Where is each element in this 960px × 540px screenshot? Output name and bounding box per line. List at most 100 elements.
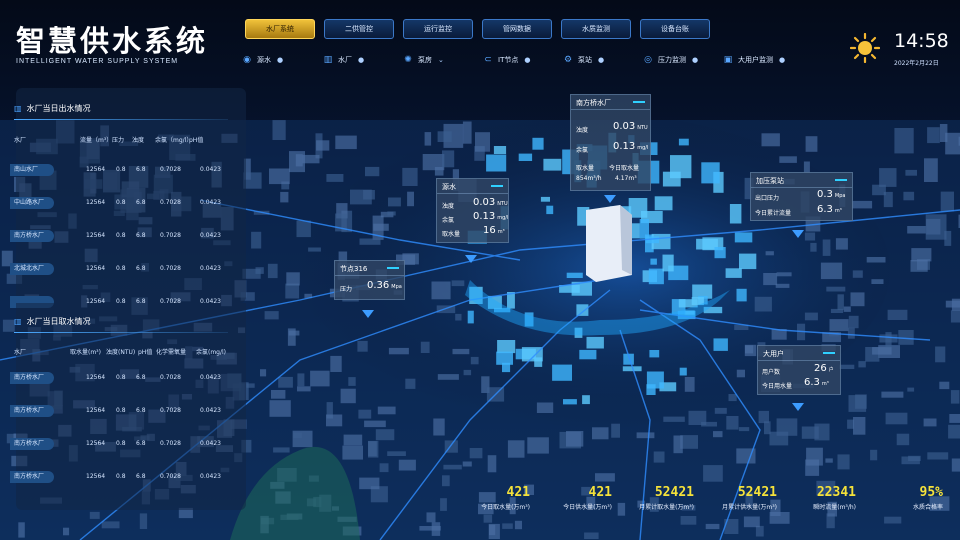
water-source-popup[interactable]: 源水 浊度 0.03 NTU 余氯 0.13 mg/l 取水量 16 m³ bbox=[436, 178, 509, 243]
tab-operation[interactable]: 运行监控 bbox=[403, 19, 473, 39]
building-block bbox=[293, 432, 302, 438]
status-bar bbox=[823, 352, 835, 354]
plant-info-popup[interactable]: 南方桥水厂 浊度 0.03 NTU 余氯 0.13 mg/l 取水量 今日取水量 8… bbox=[570, 94, 651, 191]
row-plant-name: 南方桥水厂 bbox=[10, 471, 54, 483]
building-block bbox=[563, 399, 577, 405]
tab-pipe-network[interactable]: 管网数据 bbox=[482, 19, 552, 39]
table-cell: 12564 bbox=[86, 374, 106, 381]
sun-icon bbox=[850, 33, 880, 63]
building-block bbox=[611, 423, 620, 438]
tab-equipment[interactable]: 设备台账 bbox=[640, 19, 710, 39]
building-block bbox=[885, 332, 892, 348]
eye-icon[interactable]: ● bbox=[598, 56, 606, 64]
building-block bbox=[365, 166, 380, 177]
layer-big-user[interactable]: ▣ 大用户监测 ● bbox=[723, 54, 813, 66]
location-marker-icon[interactable] bbox=[792, 230, 804, 238]
building-block bbox=[940, 191, 954, 212]
user-icon: ▣ bbox=[723, 55, 733, 65]
table-cell: 12564 bbox=[86, 265, 106, 272]
pump-station-popup[interactable]: 加压泵站 出口压力 0.3 Mpa 今日累计流量 6.3 m³ bbox=[750, 172, 853, 221]
building-block bbox=[680, 516, 697, 525]
eye-icon[interactable]: ● bbox=[692, 56, 700, 64]
eye-icon[interactable]: ● bbox=[277, 56, 285, 64]
big-user-popup[interactable]: 大用户 用户数 26 户 今日用水量 6.3 m³ bbox=[757, 345, 841, 395]
status-bar bbox=[633, 101, 645, 103]
building-block bbox=[286, 272, 300, 286]
building-block bbox=[467, 310, 474, 324]
building-block bbox=[684, 377, 695, 392]
building-block bbox=[734, 232, 753, 243]
table-row[interactable]: 南山水厂 12564 0.8 6.8 0.7028 0.0423 bbox=[10, 164, 238, 176]
table-row[interactable]: 中山路水厂 12564 0.8 6.8 0.7028 0.0423 bbox=[10, 197, 238, 209]
tab-secondary-supply[interactable]: 二供管控 bbox=[324, 19, 394, 39]
building-block bbox=[851, 200, 873, 209]
table-cell: 0.7028 bbox=[160, 374, 181, 381]
layer-water-source[interactable]: ◉ 源水 ● bbox=[242, 54, 323, 66]
table-cell: 6.8 bbox=[136, 473, 146, 480]
table-cell: 6.8 bbox=[136, 166, 146, 173]
building-block bbox=[726, 416, 739, 430]
building-block bbox=[343, 434, 363, 446]
building-block bbox=[714, 407, 727, 414]
table-row[interactable]: 北城北水厂 12564 0.8 6.8 0.7028 0.0423 bbox=[10, 263, 238, 275]
eye-icon[interactable]: ● bbox=[358, 56, 366, 64]
layer-plant[interactable]: ▥ 水厂 ● bbox=[323, 54, 403, 66]
building-block bbox=[433, 418, 445, 436]
location-marker-icon[interactable] bbox=[362, 310, 374, 318]
location-marker-icon[interactable] bbox=[604, 195, 616, 203]
tab-water-plant[interactable]: 水厂系统 bbox=[245, 19, 315, 39]
building-block bbox=[507, 440, 525, 458]
building-block bbox=[350, 189, 372, 205]
table-cell: 0.8 bbox=[116, 265, 126, 272]
building-block bbox=[848, 315, 859, 329]
building-block bbox=[267, 263, 278, 279]
location-marker-icon[interactable] bbox=[465, 255, 477, 263]
tab-water-quality[interactable]: 水质监测 bbox=[561, 19, 631, 39]
plant-icon: ▥ bbox=[323, 55, 333, 65]
building-block bbox=[901, 456, 920, 465]
table-row[interactable]: 南方桥水厂 12564 0.8 6.8 0.7028 0.0423 bbox=[10, 372, 238, 384]
building-block bbox=[884, 516, 902, 524]
building-block bbox=[927, 127, 940, 144]
building-block bbox=[486, 154, 507, 172]
eye-closed-icon[interactable]: ⌄ bbox=[438, 56, 446, 64]
location-marker-icon[interactable] bbox=[792, 403, 804, 411]
building-block bbox=[431, 281, 451, 300]
building-block bbox=[728, 394, 737, 402]
building-block bbox=[289, 151, 305, 173]
layer-pump-station[interactable]: ⚙ 泵站 ● bbox=[563, 54, 643, 66]
building-block bbox=[443, 464, 462, 470]
layer-pump-room[interactable]: ✺ 泵房 ⌄ bbox=[403, 54, 483, 66]
table-cell: 0.8 bbox=[116, 473, 126, 480]
building-block bbox=[402, 167, 418, 186]
building-block bbox=[368, 440, 379, 458]
building-block bbox=[736, 288, 747, 302]
building-block bbox=[420, 341, 430, 353]
eye-icon[interactable]: ● bbox=[779, 56, 787, 64]
table-cell: 12564 bbox=[86, 232, 106, 239]
node-popup[interactable]: 节点316 压力 0.36 Mpa bbox=[334, 260, 405, 300]
building-block bbox=[673, 435, 683, 454]
table-row[interactable]: 南方桥水厂 12564 0.8 6.8 0.7028 0.0423 bbox=[10, 438, 238, 450]
eye-icon[interactable]: ● bbox=[524, 56, 532, 64]
table-cell: 6.8 bbox=[136, 265, 146, 272]
clock-date: 2022年2月22日 bbox=[894, 60, 939, 67]
table-row[interactable]: 南方桥水厂 12564 0.8 6.8 0.7028 0.0423 bbox=[10, 230, 238, 242]
building-block bbox=[885, 412, 908, 425]
table-cell: 0.8 bbox=[116, 166, 126, 173]
layer-it-node[interactable]: ⊂ IT节点 ● bbox=[483, 54, 563, 66]
status-bar bbox=[835, 179, 847, 181]
building-block bbox=[273, 447, 290, 453]
building-block bbox=[650, 258, 657, 265]
building-block bbox=[101, 521, 120, 529]
building-block bbox=[497, 340, 516, 354]
table-row[interactable]: 南方桥水厂 12564 0.8 6.8 0.7028 0.0423 bbox=[10, 471, 238, 483]
row-plant-name: 北城北水厂 bbox=[10, 263, 54, 275]
building-block bbox=[532, 137, 544, 150]
table-row[interactable]: 南方桥水厂 12564 0.8 6.8 0.7028 0.0423 bbox=[10, 405, 238, 417]
building-block bbox=[326, 174, 344, 182]
building-block bbox=[806, 447, 823, 466]
layer-pressure[interactable]: ◎ 压力监测 ● bbox=[643, 54, 723, 66]
building-block bbox=[653, 451, 665, 463]
divider bbox=[14, 119, 228, 120]
